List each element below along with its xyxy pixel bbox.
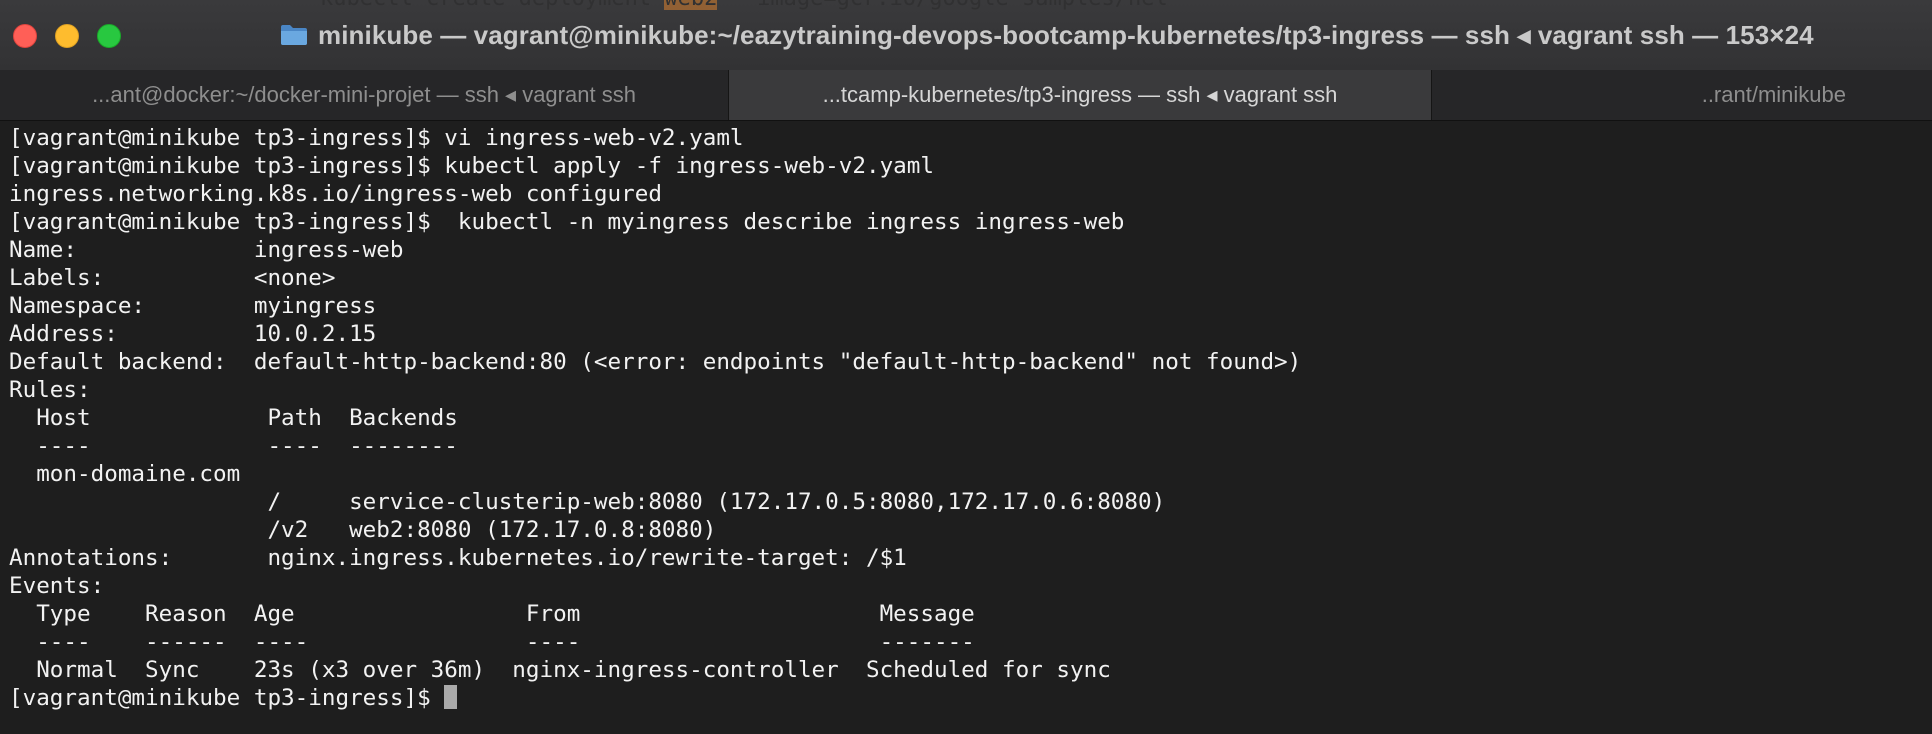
title-bar[interactable]: kubectl create deployment web2 --image=g… [0,0,1932,71]
terminal-line: Name: ingress-web [9,237,404,263]
terminal-line: [vagrant@minikube tp3-ingress]$ kubectl … [9,209,1125,235]
terminal-line: Annotations: nginx.ingress.kubernetes.io… [9,545,907,571]
terminal-line: ingress.networking.k8s.io/ingress-web co… [9,181,662,207]
terminal-line: Host Path Backends [9,405,458,431]
terminal-prompt: [vagrant@minikube tp3-ingress]$ [9,685,445,711]
terminal-line: Labels: <none> [9,265,336,291]
window-title: minikube — vagrant@minikube:~/eazytraini… [318,19,1814,50]
terminal-line: [vagrant@minikube tp3-ingress]$ vi ingre… [9,125,744,151]
terminal-line: Default backend: default-http-backend:80… [9,349,1302,375]
terminal-line: Type Reason Age From Message [9,601,975,627]
terminal-line: mon-domaine.com [9,461,241,487]
background-peek-text: kubectl create deployment [320,0,664,10]
close-button[interactable] [13,24,37,48]
background-window-peek: kubectl create deployment web2 --image=g… [320,0,1420,10]
maximize-button[interactable] [97,24,121,48]
background-peek-highlight: web2 [664,0,718,10]
tab-tp3-ingress[interactable]: ...tcamp-kubernetes/tp3-ingress — ssh ◂ … [729,70,1432,120]
terminal-prompt-line[interactable]: [vagrant@minikube tp3-ingress]$ [9,684,1932,712]
tab-docker-mini-projet[interactable]: ...ant@docker:~/docker-mini-projet — ssh… [0,70,729,120]
window-title-group: minikube — vagrant@minikube:~/eazytraini… [280,18,1814,52]
terminal-line: Address: 10.0.2.15 [9,321,377,347]
terminal-line: Namespace: myingress [9,293,377,319]
tab-minikube[interactable]: ..rant/minikube [1432,70,1932,120]
terminal-line: Rules: [9,377,91,403]
text-cursor [444,685,458,709]
folder-icon [280,24,308,46]
terminal-output[interactable]: [vagrant@minikube tp3-ingress]$ vi ingre… [0,121,1932,734]
tab-bar: ...ant@docker:~/docker-mini-projet — ssh… [0,70,1932,121]
minimize-button[interactable] [55,24,79,48]
terminal-line: Events: [9,573,105,599]
terminal-line: [vagrant@minikube tp3-ingress]$ kubectl … [9,153,934,179]
terminal-window: kubectl create deployment web2 --image=g… [0,0,1932,734]
background-peek-text-tail: --image=gcr.io/google-samples/hel [717,0,1168,10]
terminal-line: / service-clusterip-web:8080 (172.17.0.5… [9,489,1166,515]
terminal-line: Normal Sync 23s (x3 over 36m) nginx-ingr… [9,657,1111,683]
terminal-line: ---- ---- -------- [9,433,458,459]
terminal-line: /v2 web2:8080 (172.17.0.8:8080) [9,517,717,543]
terminal-line: ---- ------ ---- ---- ------- [9,629,975,655]
